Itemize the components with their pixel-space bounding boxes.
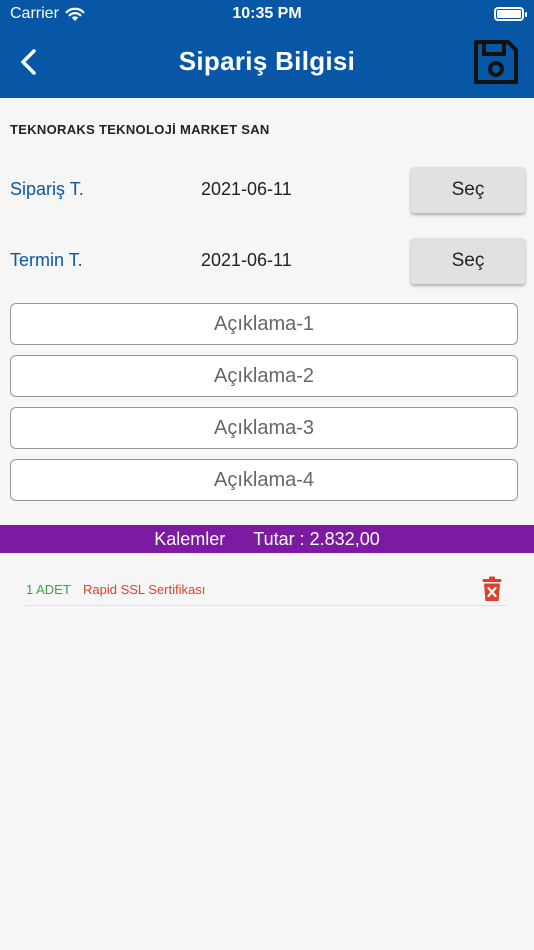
battery-icon [494, 7, 527, 21]
description-2-input[interactable] [10, 355, 518, 397]
back-button[interactable] [14, 44, 46, 80]
page-title: Sipariş Bilgisi [178, 46, 356, 76]
item-quantity: 1 ADET [26, 582, 71, 597]
due-date-row: Termin T. 2021-06-11 Seç [0, 238, 534, 286]
description-1-input[interactable] [10, 303, 518, 345]
order-date-row: Sipariş T. 2021-06-11 Seç [0, 167, 534, 215]
due-date-value: 2021-06-11 [201, 250, 292, 270]
items-label: Kalemler [154, 528, 226, 549]
status-time: 10:35 PM [232, 5, 302, 22]
company-name: TEKNORAKS TEKNOLOJİ MARKET SAN [10, 122, 270, 137]
description-4-input[interactable] [10, 459, 518, 501]
order-date-value: 2021-06-11 [201, 179, 292, 199]
save-button[interactable] [472, 38, 520, 86]
floppy-disk-icon [474, 40, 518, 84]
item-name: Rapid SSL Sertifikası [83, 582, 206, 597]
due-date-label: Termin T. [10, 250, 83, 270]
app-header: Carrier 10:35 PM Sipariş Bilgisi [0, 0, 534, 98]
delete-item-button[interactable] [482, 576, 502, 602]
status-bar: Carrier 10:35 PM [0, 0, 534, 28]
description-3-input[interactable] [10, 407, 518, 449]
order-date-select-button[interactable]: Seç [411, 167, 525, 213]
summary-bar: Kalemler Tutar : 2.832,00 [0, 525, 534, 553]
total-amount: Tutar : 2.832,00 [253, 528, 380, 549]
trash-icon [482, 576, 502, 601]
list-item[interactable]: 1 ADET Rapid SSL Sertifikası [26, 572, 508, 606]
order-date-label: Sipariş T. [10, 179, 84, 199]
due-date-select-button[interactable]: Seç [411, 238, 525, 284]
chevron-left-icon [21, 49, 36, 75]
